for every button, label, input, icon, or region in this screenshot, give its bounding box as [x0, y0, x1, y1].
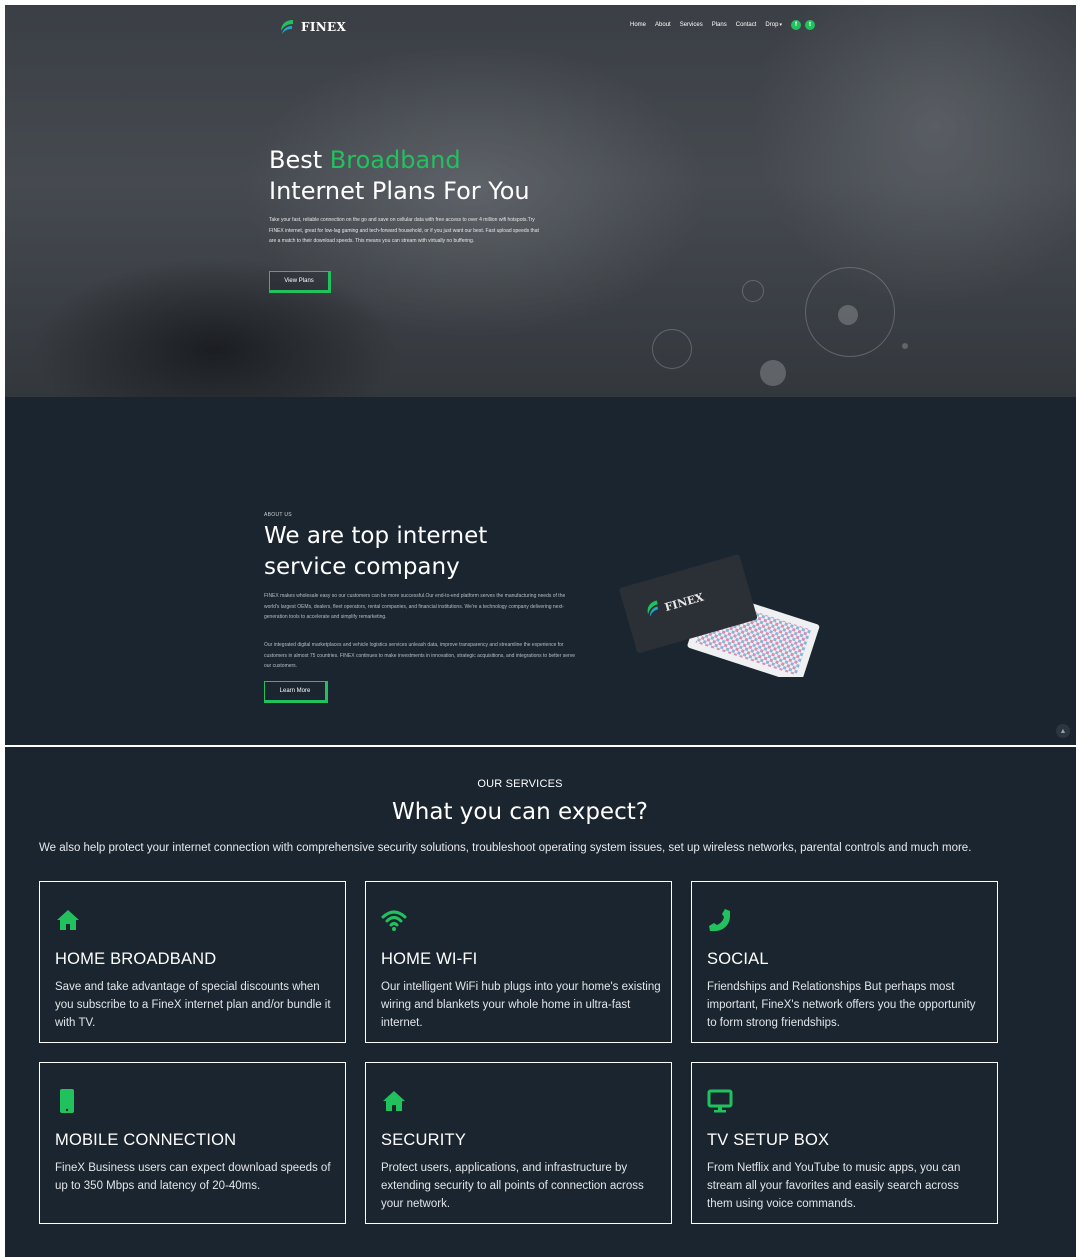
service-card-text: Protect users, applications, and infrast…: [381, 1162, 644, 1210]
service-card-text: FineX Business users can expect download…: [55, 1162, 331, 1192]
home-icon: [57, 910, 79, 930]
service-card-title: SOCIAL: [707, 950, 769, 968]
brand-logo-link[interactable]: FINEX: [279, 17, 346, 37]
nav-link-about[interactable]: About: [655, 22, 671, 28]
services-description: We also help protect your internet conne…: [39, 842, 972, 854]
services-title: What you can expect?: [392, 799, 648, 825]
navbar: FINEX Home About Services Plans Contact …: [5, 5, 1076, 45]
about-title-line2: service company: [264, 554, 460, 580]
chevron-down-icon: ▾: [779, 22, 782, 28]
service-card-title: HOME BROADBAND: [55, 950, 217, 968]
about-eyebrow: ABOUT US: [264, 512, 292, 518]
home-icon: [383, 1091, 405, 1111]
about-paragraph-1: FINEX makes wholesale easy so our custom…: [264, 593, 566, 620]
hero-title-accent: Broadband: [329, 146, 461, 174]
nav-dropdown-toggle[interactable]: Drop▾: [765, 22, 782, 28]
nav-link-home[interactable]: Home: [630, 22, 646, 28]
services-section: OUR SERVICES What you can expect? We als…: [5, 747, 1076, 1257]
about-section: ABOUT US We are top internet service comp…: [5, 397, 1076, 745]
finex-logo-icon: [281, 20, 293, 34]
nav-link-services[interactable]: Services: [680, 22, 703, 28]
hero-section: FINEX Home About Services Plans Contact …: [5, 5, 1076, 397]
mobile-icon: [60, 1089, 74, 1113]
twitter-icon[interactable]: t: [804, 20, 815, 30]
service-card-security: SECURITY Protect users, applications, an…: [365, 1062, 672, 1224]
services-eyebrow: OUR SERVICES: [477, 778, 563, 790]
arrow-up-icon: ▲: [1059, 727, 1067, 735]
service-card-text: Friendships and Relationships But perhap…: [707, 981, 976, 1029]
wifi-icon: [381, 910, 407, 931]
nav-link-plans[interactable]: Plans: [712, 22, 727, 28]
nav-menu: Home About Services Plans Contact Drop▾ …: [630, 20, 815, 30]
hero-title-part2: Internet Plans For You: [269, 177, 530, 205]
facebook-icon[interactable]: f: [790, 20, 801, 30]
service-card-title: HOME WI-FI: [381, 950, 478, 968]
hero-title-part1: Best: [269, 146, 330, 174]
hero-description: Take your fast, reliable connection on t…: [269, 217, 539, 244]
hero-title: Best Broadband Internet Plans For You: [269, 145, 530, 207]
service-card-text: Save and take advantage of special disco…: [55, 981, 331, 1029]
service-card-social: SOCIAL Friendships and Relationships But…: [691, 881, 998, 1043]
service-card-title: TV SETUP BOX: [707, 1131, 830, 1149]
desktop-icon: [707, 1089, 733, 1113]
about-title: We are top internet service company: [264, 521, 487, 583]
nav-dropdown-label: Drop: [765, 22, 779, 28]
learn-more-button[interactable]: Learn More: [264, 681, 328, 703]
business-cards-image: FINEX: [619, 554, 820, 677]
phone-icon: [709, 909, 730, 931]
brand-name: FINEX: [301, 20, 347, 34]
about-paragraph-2: Our integrated digital marketplaces and …: [264, 642, 575, 669]
service-card-text: From Netflix and YouTube to music apps, …: [707, 1162, 961, 1210]
nav-link-contact[interactable]: Contact: [736, 22, 757, 28]
service-card-text: Our intelligent WiFi hub plugs into your…: [381, 981, 661, 1029]
service-card-mobile-connection: MOBILE CONNECTION FineX Business users c…: [39, 1062, 346, 1224]
service-card-home-broadband: HOME BROADBAND Save and take advantage o…: [39, 881, 346, 1043]
service-card-title: SECURITY: [381, 1131, 467, 1149]
service-card-title: MOBILE CONNECTION: [55, 1131, 237, 1149]
service-card-tv-setup-box: TV SETUP BOX From Netflix and YouTube to…: [691, 1062, 998, 1224]
scroll-to-top-button[interactable]: ▲: [1056, 724, 1070, 738]
about-title-line1: We are top internet: [264, 523, 488, 549]
service-card-home-wifi: HOME WI-FI Our intelligent WiFi hub plug…: [365, 881, 672, 1043]
view-plans-button[interactable]: View Plans: [269, 271, 331, 293]
